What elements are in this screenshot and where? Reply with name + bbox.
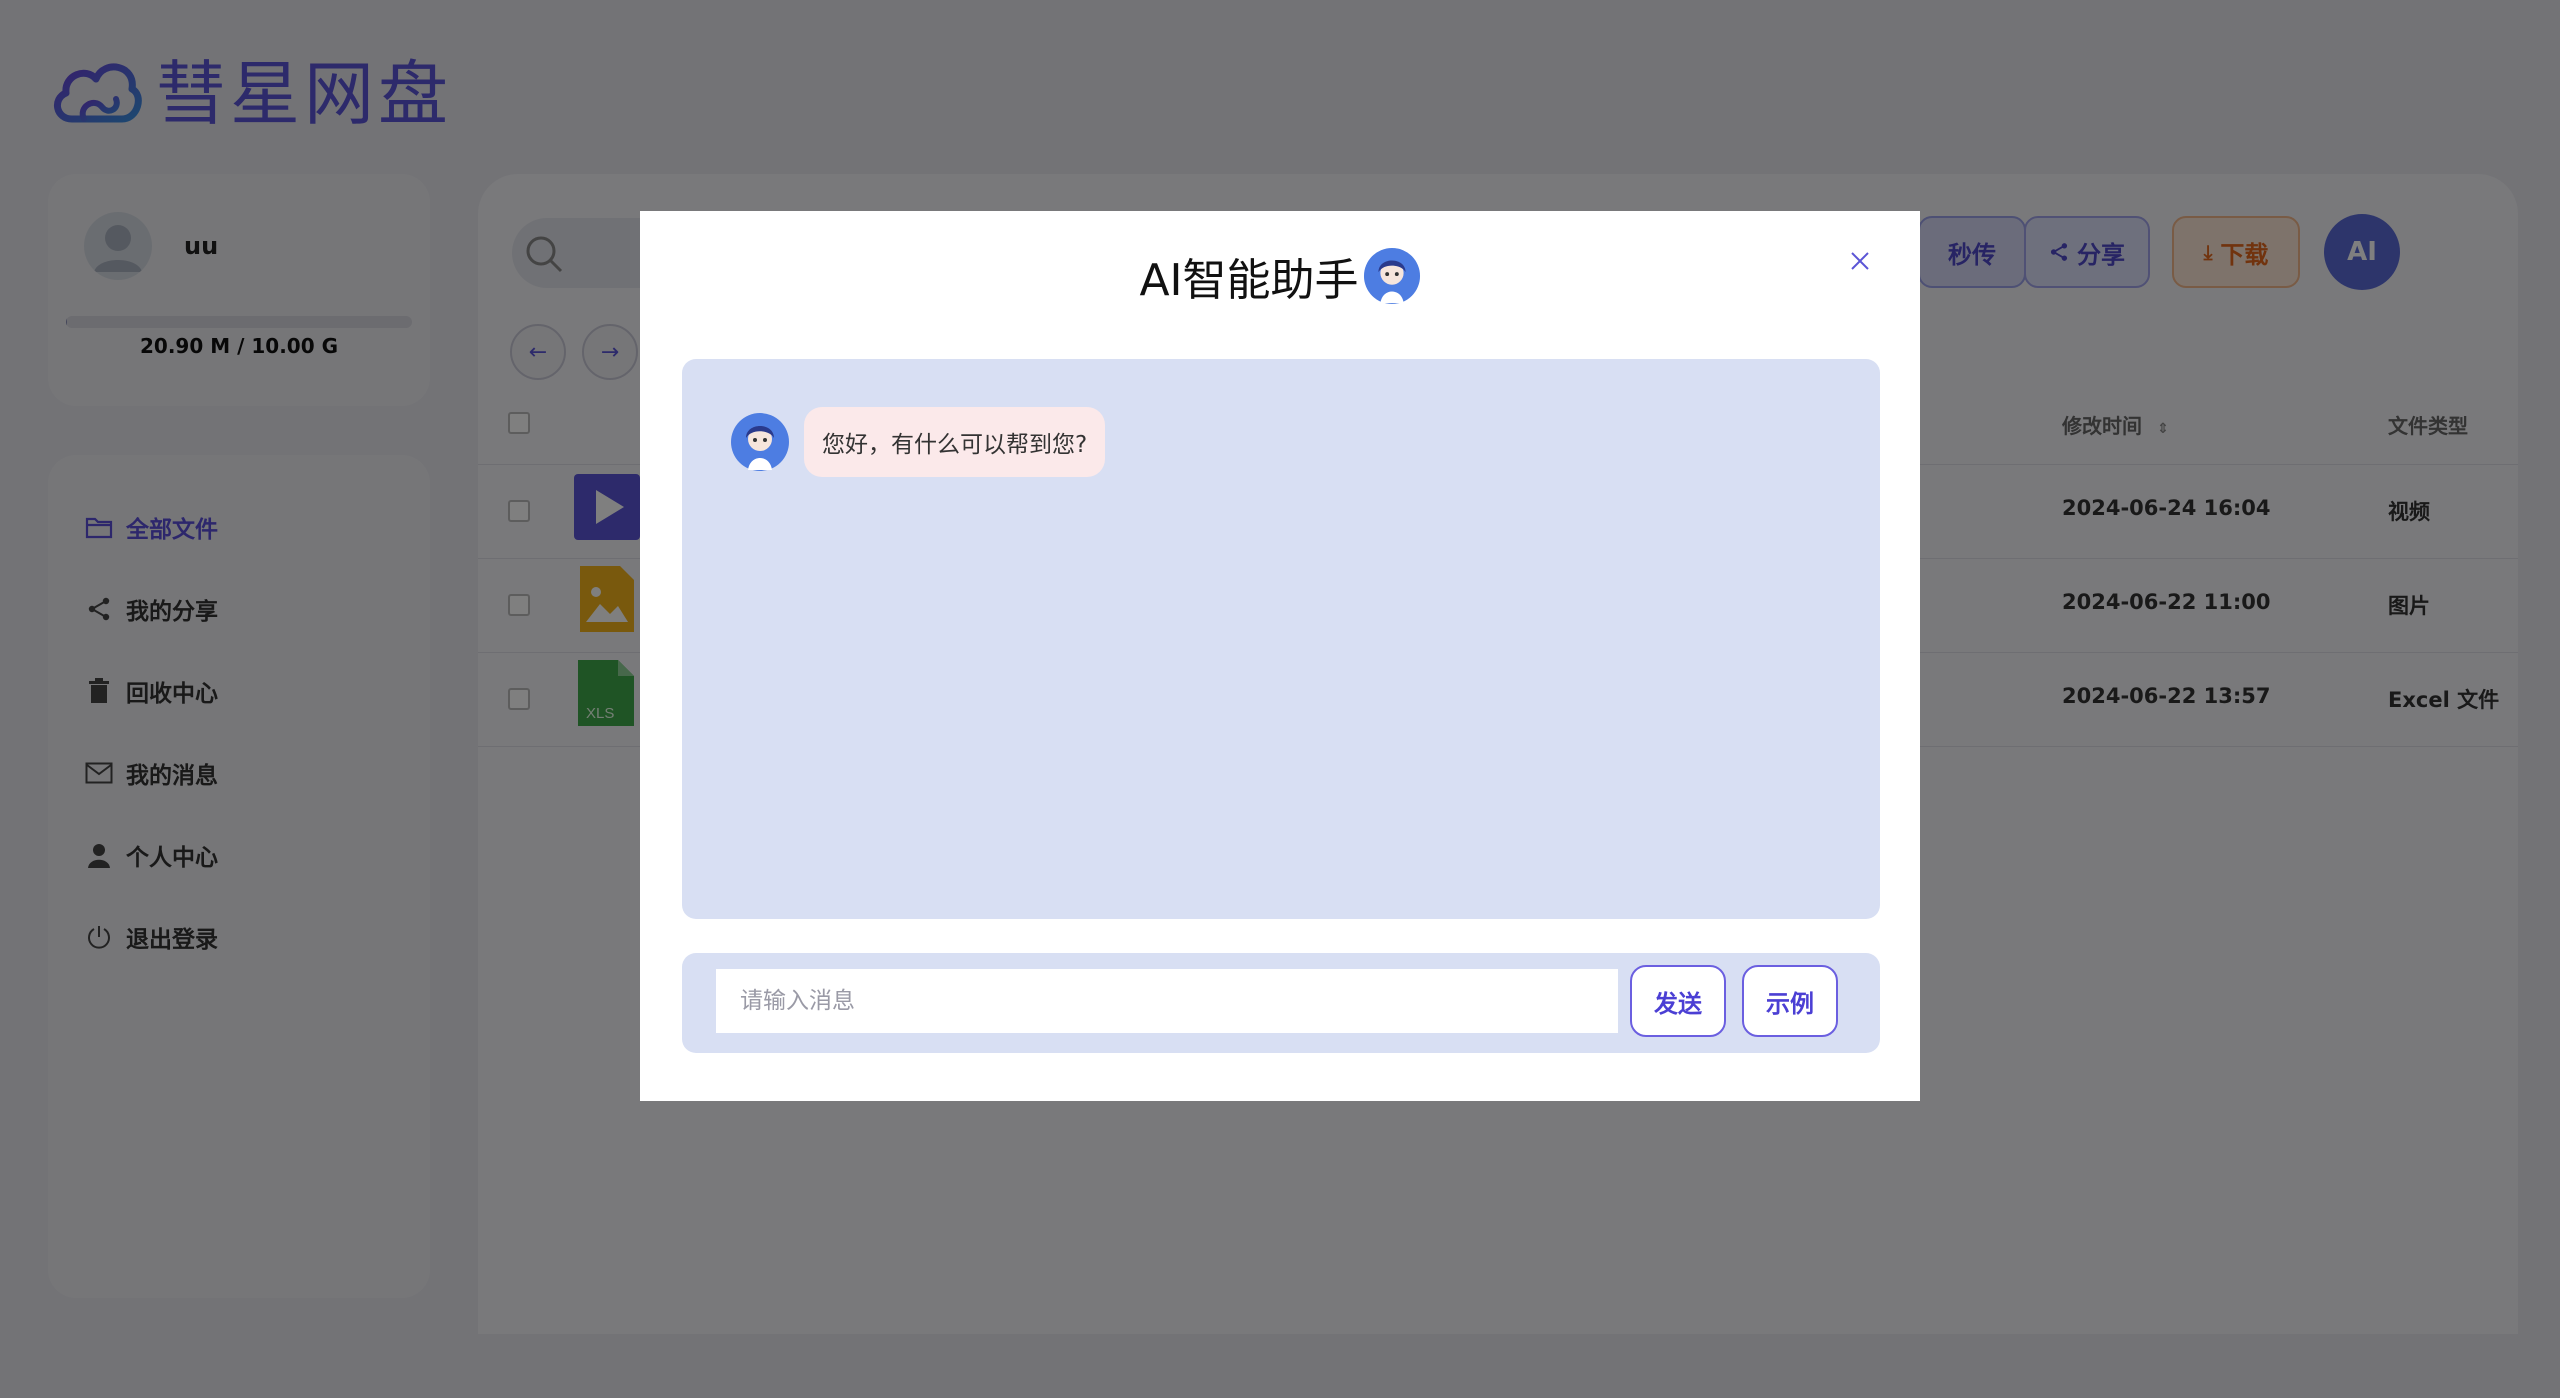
- close-icon: [1851, 252, 1869, 270]
- dialog-title: AI智能助手: [640, 241, 1920, 311]
- bot-avatar-icon: [731, 413, 789, 471]
- chat-input-bar: 发送 示例: [682, 953, 1880, 1053]
- example-button[interactable]: 示例: [1742, 965, 1838, 1037]
- ai-assistant-dialog: AI智能助手 您好，有什么可以帮到您? 请输入消息 发送 示例: [640, 211, 1920, 1101]
- message-bubble: 您好，有什么可以帮到您?: [804, 407, 1106, 477]
- chat-message: 您好，有什么可以帮到您?: [730, 407, 1106, 477]
- dialog-title-text: AI智能助手: [1139, 255, 1359, 306]
- bot-avatar-icon: [1363, 247, 1420, 305]
- message-input[interactable]: [716, 969, 1618, 1033]
- chat-history[interactable]: 您好，有什么可以帮到您?: [682, 359, 1880, 919]
- send-button[interactable]: 发送: [1630, 965, 1726, 1037]
- app-root: 彗星网盘 uu 20.90 M / 10.00 G 全部文件 我的分享: [0, 0, 2560, 1398]
- close-button[interactable]: [1844, 245, 1876, 277]
